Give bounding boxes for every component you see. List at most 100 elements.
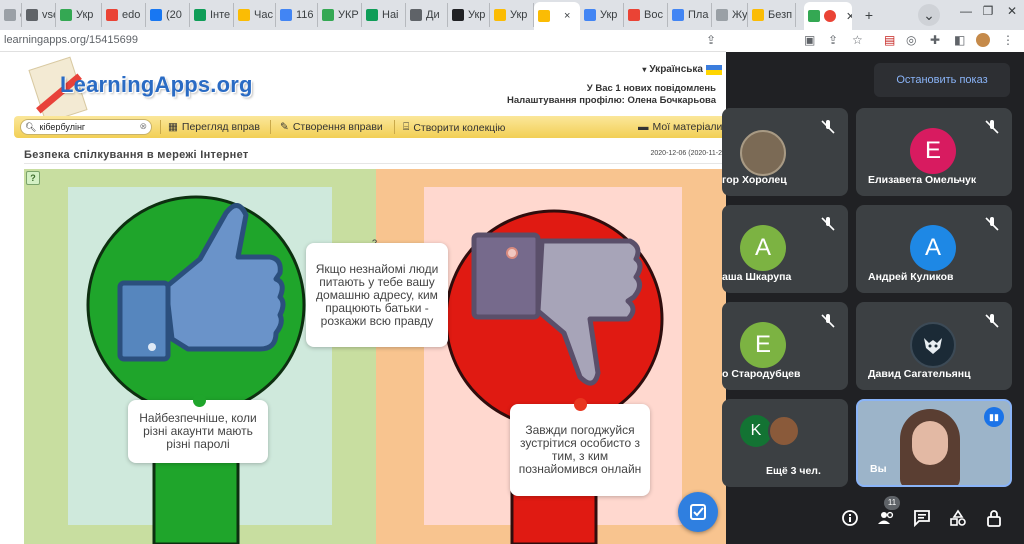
participant-tile[interactable]: А Андрей Куликов (856, 205, 1012, 293)
browser-tab[interactable]: (20 (146, 3, 190, 27)
browser-tab[interactable]: Час (234, 3, 276, 27)
tab-title: Укр (468, 9, 486, 21)
close-window-button[interactable]: ✕ (1002, 4, 1022, 22)
browser-tab[interactable]: Ди (406, 3, 448, 27)
globe-icon[interactable]: ◎ (906, 33, 916, 47)
card-safe-text: Найбезпечніше, коли різні акаунти мають … (139, 411, 257, 451)
ukraine-flag-icon (706, 64, 722, 75)
browser-tab[interactable]: × (534, 2, 580, 30)
minimize-button[interactable]: — (956, 4, 976, 22)
share-page-icon[interactable]: ⇪ (828, 33, 838, 47)
browser-tab[interactable]: c (0, 3, 22, 27)
nav-divider (394, 120, 395, 134)
tab-title: Укр (600, 9, 618, 21)
browser-tab[interactable]: Укр (490, 3, 534, 27)
browser-tab[interactable]: vse (22, 3, 56, 27)
self-video-face (912, 421, 948, 465)
participant-name: о Стародубцев (722, 368, 801, 380)
restore-button[interactable]: ❐ (978, 4, 998, 22)
tab-title: Пла (688, 9, 709, 21)
tab-favicon-icon (60, 9, 72, 21)
browser-tab[interactable]: Boc (624, 3, 668, 27)
info-icon[interactable] (840, 508, 860, 528)
host-controls-lock-icon[interactable] (984, 508, 1004, 528)
browser-tab[interactable]: Укр (448, 3, 490, 27)
tab-title: Укр (76, 9, 94, 21)
nav-create-label: Створення вправи (292, 121, 383, 133)
participant-name: Елизавета Омельчук (868, 174, 977, 186)
chat-icon[interactable] (912, 508, 932, 528)
card-unsafe-placed[interactable]: Завжди погоджуйся зустрітися особисто з … (510, 404, 650, 496)
browser-tab[interactable]: Наі (362, 3, 406, 27)
stop-presenting-button[interactable]: Остановить показ (874, 63, 1010, 97)
profile-avatar-icon[interactable] (976, 33, 990, 47)
browser-tab[interactable]: Укр (580, 3, 624, 27)
language-label: Українська (649, 64, 703, 75)
participant-tile[interactable]: Е о Стародубцев (722, 302, 848, 390)
search-box[interactable]: 🔍︎ кібербулінг ⊗ (20, 119, 152, 135)
participant-tile[interactable]: Давид Сагательянц (856, 302, 1012, 390)
browser-tab[interactable]: Жур (712, 3, 748, 27)
close-tab-icon[interactable]: ✕ (846, 10, 852, 23)
nav-create-exercise[interactable]: ✎ Створення вправи (280, 121, 383, 133)
learningapps-logo[interactable]: LearningApps.org (22, 56, 258, 124)
activities-icon[interactable] (948, 508, 968, 528)
participant-avatar (910, 322, 956, 368)
search-input[interactable]: кібербулінг (39, 122, 85, 132)
cast-icon[interactable]: ▣ (804, 33, 815, 47)
browser-tab[interactable]: edo (102, 3, 146, 27)
nav-create-collection[interactable]: ⌸ Створити колекцію (403, 121, 505, 134)
card-unplaced-text: Якщо незнайомі люди питають у тебе вашу … (315, 261, 439, 328)
participant-tile[interactable]: гор Хоролец (722, 108, 848, 196)
card-unplaced[interactable]: Якщо незнайомі люди питають у тебе вашу … (306, 243, 448, 347)
mic-off-icon (821, 314, 835, 328)
tab-favicon-icon (150, 9, 162, 21)
speaking-indicator-icon: ▮▮ (984, 407, 1004, 427)
browser-tab[interactable]: 116 (276, 3, 318, 27)
people-icon[interactable] (876, 508, 896, 528)
tab-favicon-icon (410, 9, 422, 21)
tab-favicon-icon (322, 9, 334, 21)
self-name: Вы (870, 463, 887, 475)
messages-link[interactable]: У Вас 1 нових повідомлень (587, 83, 716, 94)
extensions-puzzle-icon[interactable]: ✚ (930, 33, 940, 47)
collection-icon: ⌸ (403, 121, 410, 133)
tab-search-button[interactable]: ⌄ (918, 4, 940, 26)
url-text[interactable]: learningapps.org/15415699 (4, 34, 138, 46)
browser-tab[interactable]: Безп (748, 3, 796, 27)
profile-settings-link[interactable]: Налаштування профілю: Олена Бочкарьова (507, 95, 716, 106)
nav-divider (160, 120, 161, 134)
participant-name: Андрей Куликов (868, 271, 954, 283)
language-selector[interactable]: ▾ Українська (642, 64, 722, 75)
tab-title: vse (42, 9, 55, 21)
browser-tab[interactable]: Укр (56, 3, 102, 27)
bookmark-star-icon[interactable]: ☆ (852, 33, 863, 47)
tab-favicon-icon (494, 9, 506, 21)
nav-my-materials[interactable]: ▬ Мої матеріали (638, 121, 722, 133)
check-answers-button[interactable] (678, 492, 718, 532)
extension-badge-icon[interactable]: ▤ (884, 33, 895, 47)
clear-search-icon[interactable]: ⊗ (139, 121, 147, 132)
dropdown-arrow-icon: ▾ (642, 65, 647, 74)
tab-title: Час (254, 9, 273, 21)
others-tile[interactable]: K Ещё 3 чел. (722, 399, 848, 487)
tab-title: Жур (732, 9, 748, 21)
tab-favicon-icon (238, 9, 250, 21)
close-tab-icon[interactable]: × (564, 10, 570, 22)
participant-tile[interactable]: А аша Шкарупа (722, 205, 848, 293)
tab-title: 116 (296, 9, 314, 21)
card-safe-placed[interactable]: Найбезпечніше, коли різні акаунти мають … (128, 400, 268, 463)
new-tab-button[interactable]: + (858, 4, 880, 26)
nav-browse-exercises[interactable]: ▦ Перегляд вправ (168, 121, 260, 133)
self-tile[interactable]: Вы ▮▮ (856, 399, 1012, 487)
tab-title: Boc (644, 9, 663, 21)
menu-kebab-icon[interactable]: ⋮ (1002, 33, 1014, 47)
browser-tab[interactable]: УКР (318, 3, 362, 27)
browser-tab[interactable]: Інте (190, 3, 234, 27)
meet-tab[interactable]: ✕ (804, 2, 852, 30)
sidebar-icon[interactable]: ◧ (954, 33, 965, 47)
tab-favicon-icon (26, 9, 38, 21)
share-icon[interactable]: ⇪ (706, 33, 716, 47)
browser-tab[interactable]: Пла (668, 3, 712, 27)
participant-tile[interactable]: Е Елизавета Омельчук (856, 108, 1012, 196)
